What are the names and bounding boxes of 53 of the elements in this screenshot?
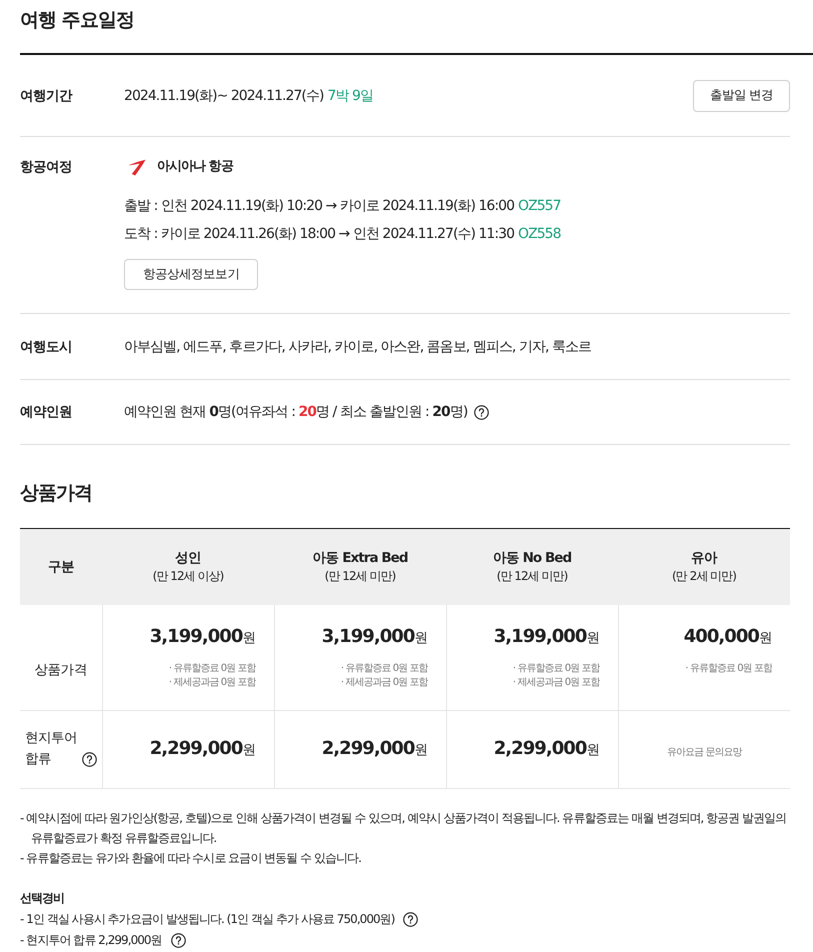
flight-leg-text: 도착 : 카이로 2024.11.26(화) 18:00 → 인천 2024.11.27(수) 11:30 <box>124 225 514 244</box>
price-amount: 3,199,000원 <box>150 625 256 649</box>
notice-text: - 예약시점에 따라 원가인상(항공, 호텔)으로 인해 상품가격이 변경될 수 있으며, 예약시 상품가격이 적용됩니다. 유류할증료는 매월 변경되며, 항공권 발권일의 유류할증료가 확정 유류할증료입니다. <box>20 810 788 846</box>
price-amount: 2,299,000원 <box>150 737 256 761</box>
notice-text: - 유류할증료는 유가와 환율에 따라 수시로 요금이 변동될 수 있습니다. <box>20 850 362 866</box>
info-label: 여행기간 <box>20 86 74 106</box>
flight-details-button[interactable]: 항공상세정보보기 <box>124 259 258 290</box>
airline-name: 아시아나 항공 <box>157 158 233 176</box>
column-title: 아동 No Bed <box>492 549 572 567</box>
column-title: 성인 <box>174 549 202 567</box>
price-amount: 400,000원 <box>684 625 772 649</box>
info-label: 항공여정 <box>20 158 74 177</box>
price-note: · 유류할증료 0원 포함 <box>685 663 772 673</box>
change-date-button[interactable]: 출발일 변경 <box>692 80 790 112</box>
info-label: 여행도시 <box>20 338 74 356</box>
optional-cost-text: - 현지투어 합류 2,299,000원 <box>20 932 162 948</box>
price-note: · 유류할증료 0원 포함 <box>512 663 600 673</box>
column-title: 구분 <box>46 558 76 576</box>
help-icon[interactable] <box>170 932 186 948</box>
info-label: 예약인원 <box>20 403 74 422</box>
help-icon[interactable] <box>82 752 97 767</box>
optional-cost-text: - 1인 객실 사용시 추가요금이 발생됩니다. (1인 객실 추가 사용료 750,000원) <box>20 910 394 928</box>
price-note: · 제세공과금 0원 포함 <box>340 677 428 687</box>
cities-text: 아부심벨, 에드푸, 후르가다, 사카라, 카이로, 아스완, 콤옴보, 멤피스, 기자, 룩소르 <box>124 338 592 356</box>
column-subtitle: (만 2세 미만) <box>671 568 737 585</box>
column-subtitle: (만 12세 이상) <box>152 568 224 585</box>
column-title: 아동 Extra Bed <box>311 549 409 567</box>
trip-duration: 7박 9일 <box>327 86 373 106</box>
section-title: 상품가격 <box>20 481 94 506</box>
price-note: · 유류할증료 0원 포함 <box>340 663 428 673</box>
flight-number: OZ558 <box>518 225 561 244</box>
price-amount: 3,199,000원 <box>494 625 600 649</box>
price-amount: 2,299,000원 <box>322 737 428 761</box>
inquiry-text: 유아요금 문의요망 <box>666 746 742 758</box>
price-amount: 3,199,000원 <box>322 625 428 649</box>
airline-logo-icon <box>128 158 146 176</box>
price-note: · 제세공과금 0원 포함 <box>512 677 600 687</box>
flight-leg-text: 출발 : 인천 2024.11.19(화) 10:20 → 카이로 2024.11.19(화) 16:00 <box>124 197 514 216</box>
booking-status-text: 예약인원 현재 0명(여유좌석 : 20명 / 최소 출발인원 : 20명) <box>124 403 468 422</box>
column-subtitle: (만 12세 미만) <box>496 568 568 585</box>
price-note: · 제세공과금 0원 포함 <box>168 677 256 687</box>
row-label: 상품가격 <box>34 660 87 680</box>
help-icon[interactable] <box>474 404 490 420</box>
help-icon[interactable] <box>403 912 418 926</box>
column-title: 유아 <box>690 549 718 567</box>
page-title: 여행 주요일정 <box>20 8 135 33</box>
row-label: 현지투어 합류 <box>24 729 78 769</box>
price-note: · 유류할증료 0원 포함 <box>168 663 256 673</box>
flight-number: OZ557 <box>518 197 561 216</box>
travel-dates: 2024.11.19(화)~ 2024.11.27(수) <box>124 86 324 106</box>
optional-costs-title: 선택경비 <box>20 890 66 906</box>
column-subtitle: (만 12세 미만) <box>324 568 396 585</box>
price-amount: 2,299,000원 <box>494 737 600 761</box>
